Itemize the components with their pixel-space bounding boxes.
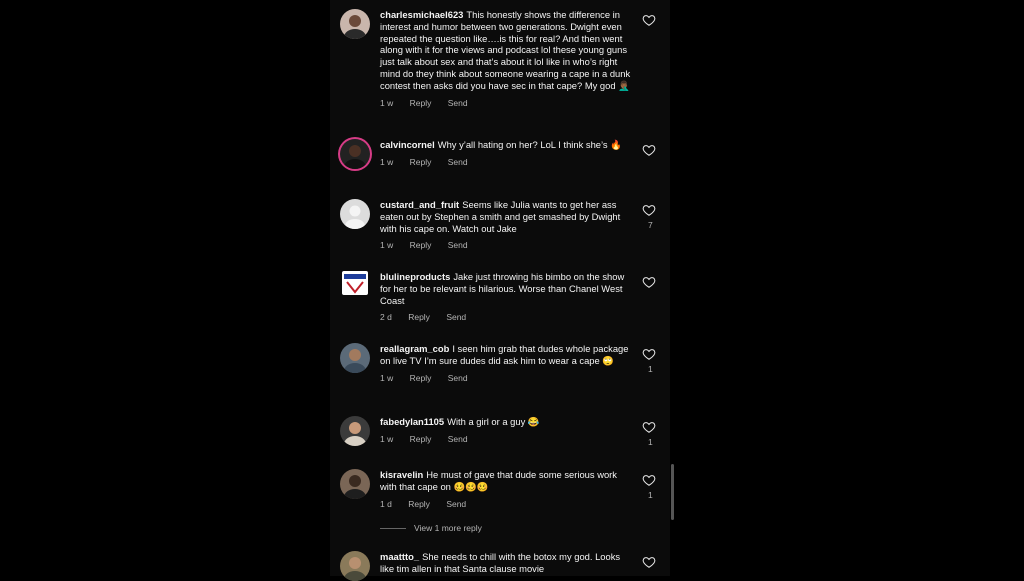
comment-text: With a girl or a guy 😂: [447, 416, 540, 427]
send-button[interactable]: Send: [448, 157, 468, 169]
send-button[interactable]: Send: [446, 499, 466, 511]
comment-username[interactable]: custard_and_fruit: [380, 199, 459, 210]
like-heart-icon[interactable]: [642, 420, 656, 434]
avatar[interactable]: [340, 139, 370, 169]
comment-time: 1 w: [380, 97, 394, 108]
divider: [380, 528, 406, 530]
comment-username[interactable]: charlesmichael623: [380, 9, 463, 20]
comment-username[interactable]: kisravelin: [380, 469, 423, 480]
reply-button[interactable]: Reply: [410, 240, 432, 252]
scrollbar[interactable]: [671, 464, 674, 520]
comment-time: 1 w: [380, 156, 394, 167]
comment-text: Why y’all hating on her? LoL I think she…: [437, 139, 622, 150]
reply-button[interactable]: Reply: [408, 499, 430, 511]
avatar[interactable]: [340, 416, 370, 446]
send-button[interactable]: Send: [448, 98, 468, 110]
comment-time: 1 w: [380, 372, 394, 383]
reply-button[interactable]: Reply: [410, 157, 432, 169]
send-button[interactable]: Send: [448, 240, 468, 252]
like-heart-icon[interactable]: [642, 143, 656, 157]
like-heart-icon[interactable]: [642, 275, 656, 289]
comment-time: 1 w: [380, 433, 394, 444]
reply-button[interactable]: Reply: [408, 312, 430, 324]
send-button[interactable]: Send: [448, 373, 468, 385]
like-count: 1: [648, 437, 653, 447]
comment-username[interactable]: fabedylan1105: [380, 416, 444, 427]
view-more-replies-button[interactable]: View 1 more reply: [380, 523, 482, 533]
avatar[interactable]: [340, 343, 370, 373]
reply-button[interactable]: Reply: [410, 98, 432, 110]
comment-username[interactable]: calvincornel: [380, 139, 435, 150]
like-heart-icon[interactable]: [642, 13, 656, 27]
comment-time: 1 w: [380, 240, 394, 251]
like-count: 1: [648, 490, 653, 500]
view-more-label: View 1 more reply: [414, 523, 482, 533]
send-button[interactable]: Send: [448, 434, 468, 446]
avatar[interactable]: [340, 551, 370, 581]
like-heart-icon[interactable]: [642, 347, 656, 361]
comment-text: This honestly shows the difference in in…: [380, 9, 631, 91]
like-heart-icon[interactable]: [642, 203, 656, 217]
avatar[interactable]: [340, 199, 370, 229]
avatar[interactable]: [340, 469, 370, 499]
comment-time: 1 d: [380, 498, 392, 509]
like-count: 1: [648, 364, 653, 374]
like-heart-icon[interactable]: [642, 555, 656, 569]
comment-time: 2 d: [380, 312, 392, 323]
comment-username[interactable]: blulineproducts: [380, 271, 450, 282]
like-count: 7: [648, 220, 653, 230]
send-button[interactable]: Send: [446, 312, 466, 324]
comment-username[interactable]: maattto_: [380, 551, 419, 562]
reply-button[interactable]: Reply: [410, 434, 432, 446]
avatar[interactable]: [342, 271, 368, 295]
like-heart-icon[interactable]: [642, 473, 656, 487]
reply-button[interactable]: Reply: [410, 373, 432, 385]
comment-username[interactable]: reallagram_cob: [380, 343, 449, 354]
avatar[interactable]: [340, 9, 370, 39]
